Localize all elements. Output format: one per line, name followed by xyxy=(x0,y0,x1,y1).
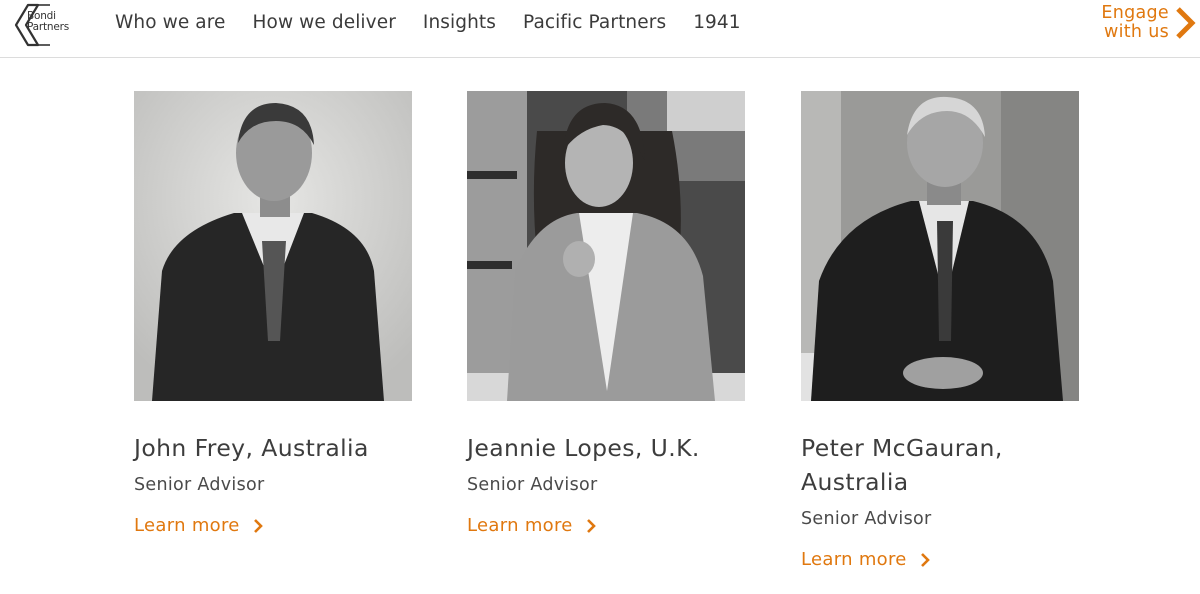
learn-more-label: Learn more xyxy=(801,549,907,570)
main-nav: Who we are How we deliver Insights Pacif… xyxy=(115,12,768,33)
nav-pacific-partners[interactable]: Pacific Partners xyxy=(523,12,666,33)
person-photo xyxy=(134,91,412,401)
logo-wordmark: Bondi Partners xyxy=(27,11,69,33)
person-role: Senior Advisor xyxy=(134,475,265,495)
person-photo xyxy=(467,91,745,401)
learn-more-label: Learn more xyxy=(467,515,573,536)
learn-more-link[interactable]: Learn more xyxy=(801,549,931,570)
chevron-right-icon xyxy=(253,518,263,533)
nav-who-we-are[interactable]: Who we are xyxy=(115,12,226,33)
learn-more-link[interactable]: Learn more xyxy=(467,515,597,536)
learn-more-link[interactable]: Learn more xyxy=(134,515,264,536)
person-card: John Frey, Australia Senior Advisor Lear… xyxy=(134,91,412,536)
engage-line-1: Engage xyxy=(1101,3,1169,23)
person-card: Peter McGauran, Australia Senior Advisor… xyxy=(801,91,1079,570)
engage-label: Engage with us xyxy=(1101,4,1169,42)
learn-more-label: Learn more xyxy=(134,515,240,536)
person-card: Jeannie Lopes, U.K. Senior Advisor Learn… xyxy=(467,91,745,536)
person-role: Senior Advisor xyxy=(801,509,932,529)
person-name: John Frey, Australia xyxy=(134,434,369,462)
person-role: Senior Advisor xyxy=(467,475,598,495)
nav-how-we-deliver[interactable]: How we deliver xyxy=(253,12,396,33)
chevron-right-icon xyxy=(1176,7,1196,39)
nav-1941[interactable]: 1941 xyxy=(693,12,740,33)
person-name: Jeannie Lopes, U.K. xyxy=(467,434,700,462)
person-photo xyxy=(801,91,1079,401)
engage-line-2: with us xyxy=(1104,22,1169,42)
person-name: Peter McGauran, Australia xyxy=(801,434,1003,496)
logo-line-2: Partners xyxy=(27,21,70,33)
engage-with-us-button[interactable]: Engage with us xyxy=(1101,4,1196,42)
chevron-right-icon xyxy=(586,518,596,533)
site-header: Bondi Partners Who we are How we deliver… xyxy=(0,0,1200,58)
chevron-right-icon xyxy=(920,552,930,567)
nav-insights[interactable]: Insights xyxy=(423,12,496,33)
